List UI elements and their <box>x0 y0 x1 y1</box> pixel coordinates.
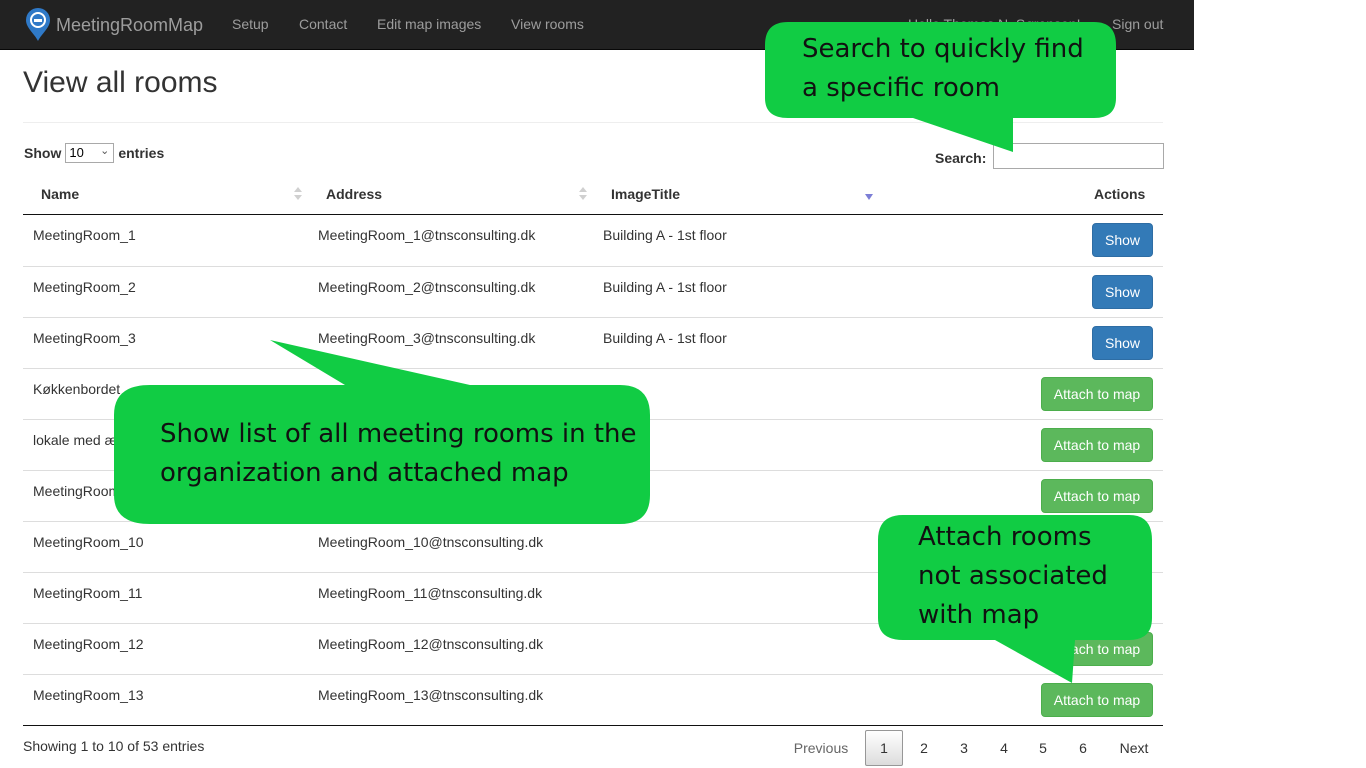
pagination-page-1[interactable]: 1 <box>865 730 903 766</box>
column-header-address[interactable]: Address <box>326 186 382 202</box>
show-button[interactable]: Show <box>1092 326 1153 360</box>
show-label: Show <box>24 145 62 161</box>
callout-line: not associated <box>918 561 1108 591</box>
table-info: Showing 1 to 10 of 53 entries <box>23 738 205 754</box>
sort-icon <box>294 187 302 201</box>
table-row: MeetingRoom_13 MeetingRoom_13@tnsconsult… <box>23 674 1163 725</box>
table-header: Name Address ImageTitle Actions <box>23 175 1163 215</box>
pagination-page-5[interactable]: 5 <box>1024 730 1062 766</box>
search-input[interactable] <box>993 143 1165 169</box>
attach-to-map-button[interactable]: Attach to map <box>1041 632 1153 666</box>
table-row: MeetingRoom_1 MeetingRoom_1@tnsconsultin… <box>23 215 1163 266</box>
search-control: Search: <box>935 143 1165 169</box>
room-image-title: Building A - 1st floor <box>603 279 727 295</box>
nav-contact[interactable]: Contact <box>299 16 347 32</box>
room-address: MeetingRoom_1@tnsconsulting.dk <box>318 227 536 243</box>
room-name: Køkkenbordet <box>33 381 121 397</box>
callout-search-text: Search to quickly find a specific room <box>802 30 1102 108</box>
search-label: Search: <box>935 150 987 166</box>
callout-line: Show list of all meeting rooms in the <box>160 419 637 449</box>
room-name: MeetingRoom_13 <box>33 687 144 703</box>
table-bottom-border <box>23 725 1163 726</box>
entries-length-control: Show 10 ⌄ entries <box>24 143 164 163</box>
sign-out-link[interactable]: Sign out <box>1112 16 1163 32</box>
callout-line: Attach rooms <box>918 522 1092 552</box>
page-title: View all rooms <box>23 66 218 99</box>
table-row: MeetingRoom_3 MeetingRoom_3@tnsconsultin… <box>23 317 1163 368</box>
attach-to-map-button[interactable]: Attach to map <box>1041 479 1153 513</box>
callout-line: Search to quickly find <box>802 34 1084 64</box>
room-image-title: Building A - 1st floor <box>603 330 727 346</box>
room-address: MeetingRoom_10@tnsconsulting.dk <box>318 534 544 550</box>
room-address: MeetingRoom_12@tnsconsulting.dk <box>318 636 544 652</box>
entries-select-value: 10 <box>69 145 84 160</box>
table-row: MeetingRoom_2 MeetingRoom_2@tnsconsultin… <box>23 266 1163 317</box>
column-header-imagetitle[interactable]: ImageTitle <box>611 186 680 202</box>
column-header-actions: Actions <box>1094 186 1146 202</box>
attach-to-map-button[interactable]: Attach to map <box>1041 377 1153 411</box>
attach-to-map-button[interactable]: Attach to map <box>1041 428 1153 462</box>
pagination-page-2[interactable]: 2 <box>905 730 943 766</box>
room-address: MeetingRoom_13@tnsconsulting.dk <box>318 687 544 703</box>
pagination-page-6[interactable]: 6 <box>1064 730 1102 766</box>
nav-edit-map-images[interactable]: Edit map images <box>377 16 481 32</box>
nav-view-rooms[interactable]: View rooms <box>511 16 584 32</box>
room-name: lokale med æ <box>33 432 118 448</box>
pagination-page-3[interactable]: 3 <box>945 730 983 766</box>
sort-icon <box>579 187 587 201</box>
table-row: Køkkenbordet Attach to map <box>23 368 1163 419</box>
room-name: MeetingRoom_12 <box>33 636 144 652</box>
room-address: MeetingRoom_2@tnsconsulting.dk <box>318 279 536 295</box>
room-image-title: Building A - 1st floor <box>603 227 727 243</box>
column-header-name[interactable]: Name <box>41 186 79 202</box>
room-name: MeetingRoom_11 <box>33 585 143 601</box>
pagination-next[interactable]: Next <box>1106 730 1162 766</box>
room-address: MeetingRoom_3@tnsconsulting.dk <box>318 330 536 346</box>
nav-setup[interactable]: Setup <box>232 16 269 32</box>
pagination-page-4[interactable]: 4 <box>985 730 1023 766</box>
brand-link[interactable]: MeetingRoomMap <box>25 8 203 42</box>
callout-line: organization and attached map <box>160 458 569 488</box>
sort-descending-icon <box>865 194 873 200</box>
callout-line: a specific room <box>802 73 1000 103</box>
entries-select[interactable]: 10 ⌄ <box>65 143 115 163</box>
room-name: MeetingRoom_3 <box>33 330 136 346</box>
attach-to-map-button[interactable]: Attach to map <box>1041 683 1153 717</box>
chevron-down-icon: ⌄ <box>100 145 110 157</box>
title-divider <box>23 122 1163 123</box>
brand-name: MeetingRoomMap <box>56 14 204 35</box>
show-button[interactable]: Show <box>1092 275 1153 309</box>
room-name: MeetingRoom_2 <box>33 279 136 295</box>
room-name: MeetingRoom <box>33 483 121 499</box>
room-name: MeetingRoom_1 <box>33 227 136 243</box>
pagination-previous[interactable]: Previous <box>781 730 861 766</box>
show-button[interactable]: Show <box>1092 223 1153 257</box>
room-address: MeetingRoom_11@tnsconsulting.dk <box>318 585 543 601</box>
map-pin-logo-icon <box>26 8 50 41</box>
callout-show-list-text: Show list of all meeting rooms in the or… <box>160 415 640 493</box>
room-name: MeetingRoom_10 <box>33 534 144 550</box>
callout-line: with map <box>918 600 1040 630</box>
entries-label: entries <box>118 145 165 161</box>
callout-attach-text: Attach rooms not associated with map <box>918 518 1148 635</box>
